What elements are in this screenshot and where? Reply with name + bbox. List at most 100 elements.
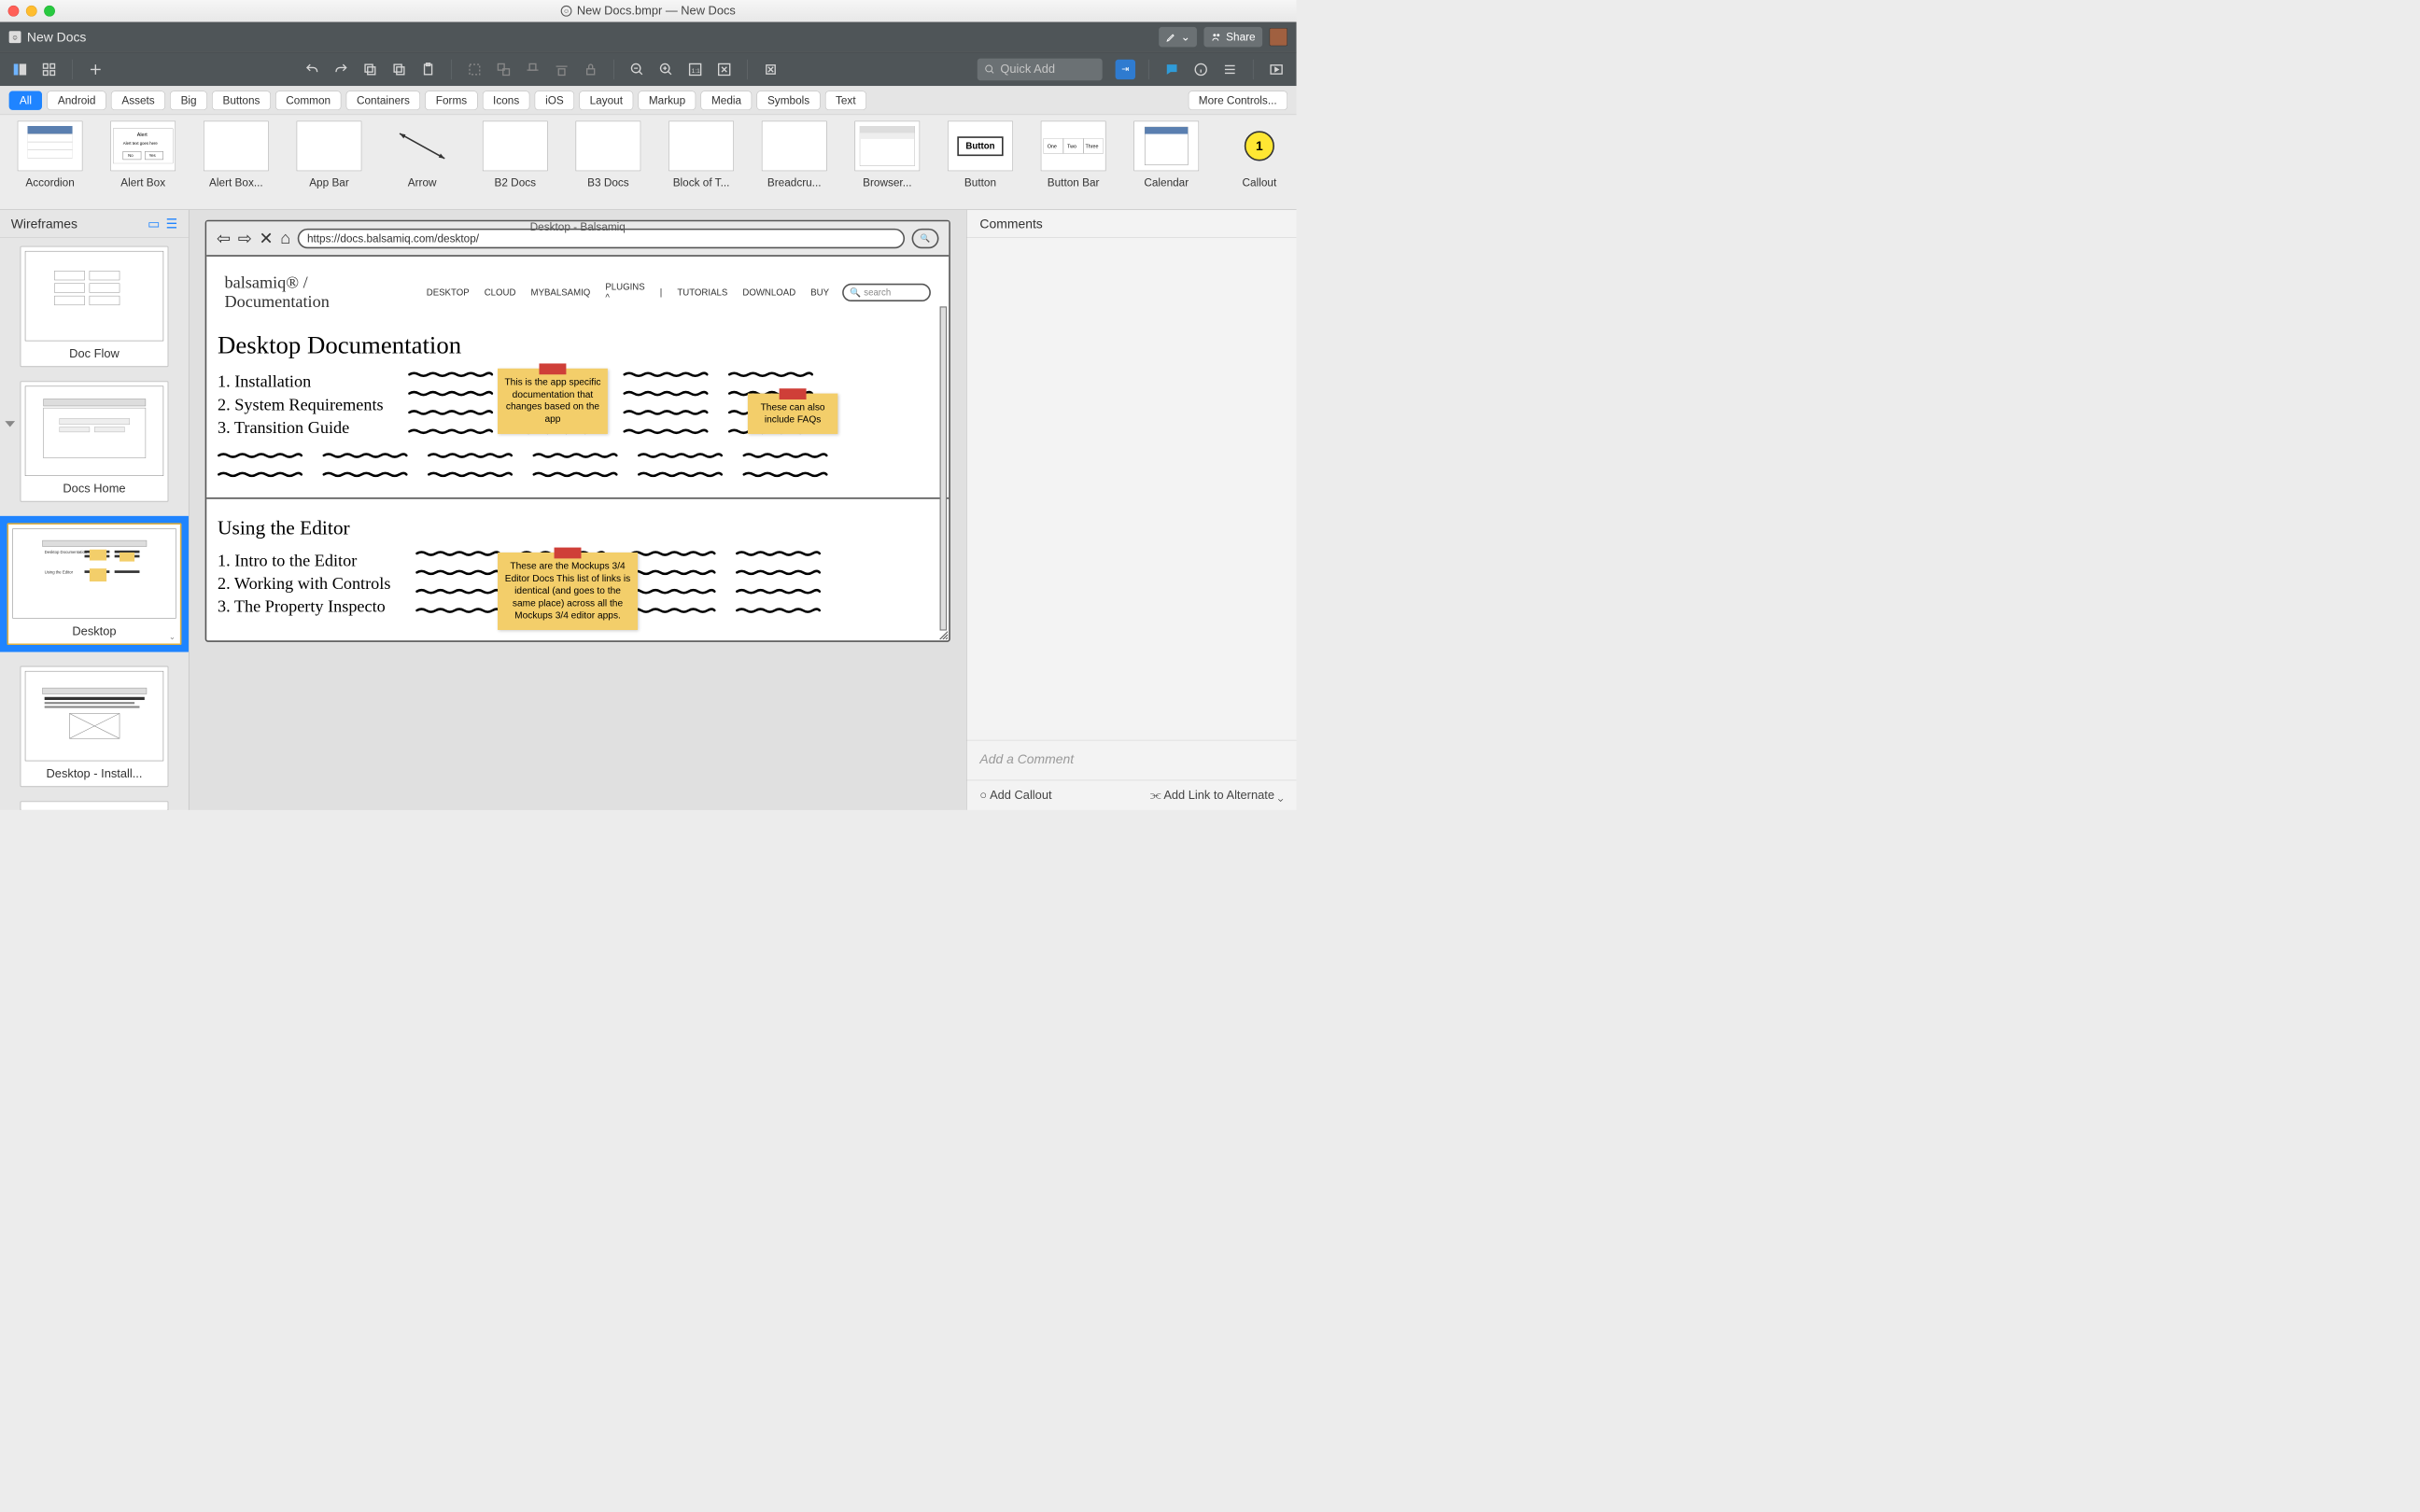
copy-icon[interactable] <box>389 59 409 78</box>
sticky-note[interactable]: These can also include FAQs <box>748 394 837 435</box>
info-icon[interactable] <box>1191 59 1211 78</box>
wireframe-thumb[interactable] <box>20 801 168 810</box>
category-chip-android[interactable]: Android <box>48 91 106 109</box>
user-avatar[interactable] <box>1270 28 1287 46</box>
lock-icon[interactable] <box>581 59 600 78</box>
library-item[interactable]: App Bar <box>294 121 364 206</box>
library-item[interactable]: Arrow <box>387 121 457 206</box>
category-chip-assets[interactable]: Assets <box>111 91 165 109</box>
chevron-down-icon[interactable]: ⌄ <box>169 632 176 642</box>
resize-grip-icon[interactable] <box>937 629 948 639</box>
list-item[interactable]: 1. Installation <box>218 372 384 391</box>
edit-mode-button[interactable]: ⌄ <box>1159 27 1197 47</box>
canvas[interactable]: Desktop - Balsamiq ⇦ ⇨ ✕ ⌂ https://docs.… <box>189 210 965 810</box>
search-input[interactable]: 🔍 search <box>842 284 931 301</box>
panel-layout-icon[interactable] <box>10 59 30 78</box>
category-chip-common[interactable]: Common <box>275 91 341 109</box>
document-tab[interactable]: ☺ New Docs <box>9 29 87 45</box>
sticky-note[interactable]: This is the app specific documentation t… <box>498 369 608 434</box>
browser-search-icon[interactable]: 🔍 <box>912 229 939 248</box>
home-icon[interactable]: ⌂ <box>280 229 290 248</box>
category-chip-markup[interactable]: Markup <box>639 91 696 109</box>
forward-icon[interactable]: ⇨ <box>238 229 252 248</box>
stop-icon[interactable]: ✕ <box>259 229 273 248</box>
category-chip-big[interactable]: Big <box>170 91 207 109</box>
nav-link[interactable]: MYBALSAMIQ <box>531 287 591 298</box>
add-link-button[interactable]: ⫘ Add Link to Alternate ⌄ <box>1150 789 1284 803</box>
nav-link[interactable]: PLUGINS ^ <box>605 282 644 302</box>
library-item[interactable]: Accordion <box>15 121 85 206</box>
grid-view-icon[interactable] <box>39 59 59 78</box>
library-item[interactable]: Browser... <box>852 121 922 206</box>
clear-markup-icon[interactable] <box>761 59 781 78</box>
quick-add-badge[interactable]: ⇥ <box>1116 59 1135 78</box>
sticky-note[interactable]: These are the Mockups 3/4 Editor Docs Th… <box>498 553 638 630</box>
list-item[interactable]: 3. Transition Guide <box>218 418 384 437</box>
wireframe-thumb[interactable]: Desktop - Install... <box>20 666 168 788</box>
nav-link[interactable]: BUY <box>810 287 829 298</box>
list-item[interactable]: 2. Working with Controls <box>218 575 390 594</box>
undo-icon[interactable] <box>302 59 322 78</box>
nav-link[interactable]: DESKTOP <box>427 287 470 298</box>
add-callout-button[interactable]: ○ Add Callout <box>979 789 1051 803</box>
minimize-window-button[interactable] <box>26 6 37 17</box>
send-back-icon[interactable] <box>552 59 571 78</box>
library-item[interactable]: Breadcru... <box>759 121 829 206</box>
list-view-icon[interactable]: ☰ <box>166 216 177 231</box>
bring-front-icon[interactable] <box>523 59 542 78</box>
nav-link[interactable]: DOWNLOAD <box>742 287 795 298</box>
presentation-icon[interactable] <box>1266 59 1286 78</box>
duplicate-icon[interactable] <box>360 59 380 78</box>
category-chip-media[interactable]: Media <box>701 91 753 109</box>
comments-toggle-icon[interactable] <box>1161 59 1181 78</box>
scrollbar[interactable] <box>940 306 947 630</box>
library-item[interactable]: Alert Box... <box>201 121 271 206</box>
paste-icon[interactable] <box>418 59 438 78</box>
category-chip-layout[interactable]: Layout <box>579 91 633 109</box>
quick-add-input[interactable]: Quick Add <box>978 58 1103 80</box>
category-chip-text[interactable]: Text <box>825 91 866 109</box>
zoom-out-icon[interactable] <box>627 59 647 78</box>
wireframe-thumb-selected[interactable]: Desktop DocumentationUsing the Editor De… <box>7 523 181 645</box>
category-chip-buttons[interactable]: Buttons <box>212 91 270 109</box>
back-icon[interactable]: ⇦ <box>217 229 231 248</box>
properties-icon[interactable] <box>1220 59 1240 78</box>
thumbnail-view-icon[interactable]: ▭ <box>148 216 160 231</box>
category-chip-containers[interactable]: Containers <box>346 91 420 109</box>
list-item[interactable]: 2. System Requirements <box>218 396 384 414</box>
close-window-button[interactable] <box>8 6 20 17</box>
comment-input[interactable]: Add a Comment <box>967 740 1297 780</box>
zoom-actual-icon[interactable]: 1:1 <box>685 59 705 78</box>
collapse-triangle-icon[interactable] <box>5 421 15 427</box>
wireframe-thumb[interactable]: Doc Flow <box>20 246 168 368</box>
zoom-in-icon[interactable] <box>656 59 676 78</box>
nav-link[interactable]: | <box>660 287 663 298</box>
zoom-fit-icon[interactable] <box>714 59 734 78</box>
library-item[interactable]: 1Callout <box>1224 121 1294 206</box>
redo-icon[interactable] <box>331 59 351 78</box>
library-item[interactable]: Calendar <box>1132 121 1202 206</box>
library-item[interactable]: OneTwoThreeButton Bar <box>1038 121 1108 206</box>
share-button[interactable]: Share <box>1204 27 1263 47</box>
ungroup-icon[interactable] <box>494 59 514 78</box>
list-item[interactable]: 3. The Property Inspecto <box>218 597 390 616</box>
library-item[interactable]: B3 Docs <box>573 121 643 206</box>
group-icon[interactable] <box>465 59 485 78</box>
nav-link[interactable]: CLOUD <box>485 287 516 298</box>
maximize-window-button[interactable] <box>44 6 55 17</box>
library-item[interactable]: B2 Docs <box>480 121 550 206</box>
add-wireframe-icon[interactable] <box>86 59 106 78</box>
more-controls-button[interactable]: More Controls... <box>1189 91 1287 109</box>
library-item[interactable]: ButtonButton <box>945 121 1015 206</box>
category-chip-ios[interactable]: iOS <box>535 91 574 109</box>
list-item[interactable]: 1. Intro to the Editor <box>218 552 390 570</box>
nav-link[interactable]: TUTORIALS <box>677 287 727 298</box>
category-chip-forms[interactable]: Forms <box>426 91 478 109</box>
library-item[interactable]: Block of T... <box>667 121 737 206</box>
library-item[interactable]: AlertAlert text goes hereNoYesAlert Box <box>108 121 178 206</box>
mockup-browser-window[interactable]: Desktop - Balsamiq ⇦ ⇨ ✕ ⌂ https://docs.… <box>205 220 950 642</box>
wireframe-thumb[interactable]: Docs Home <box>20 381 168 502</box>
category-chip-all[interactable]: All <box>9 91 43 109</box>
category-chip-icons[interactable]: Icons <box>483 91 530 109</box>
category-chip-symbols[interactable]: Symbols <box>757 91 821 109</box>
